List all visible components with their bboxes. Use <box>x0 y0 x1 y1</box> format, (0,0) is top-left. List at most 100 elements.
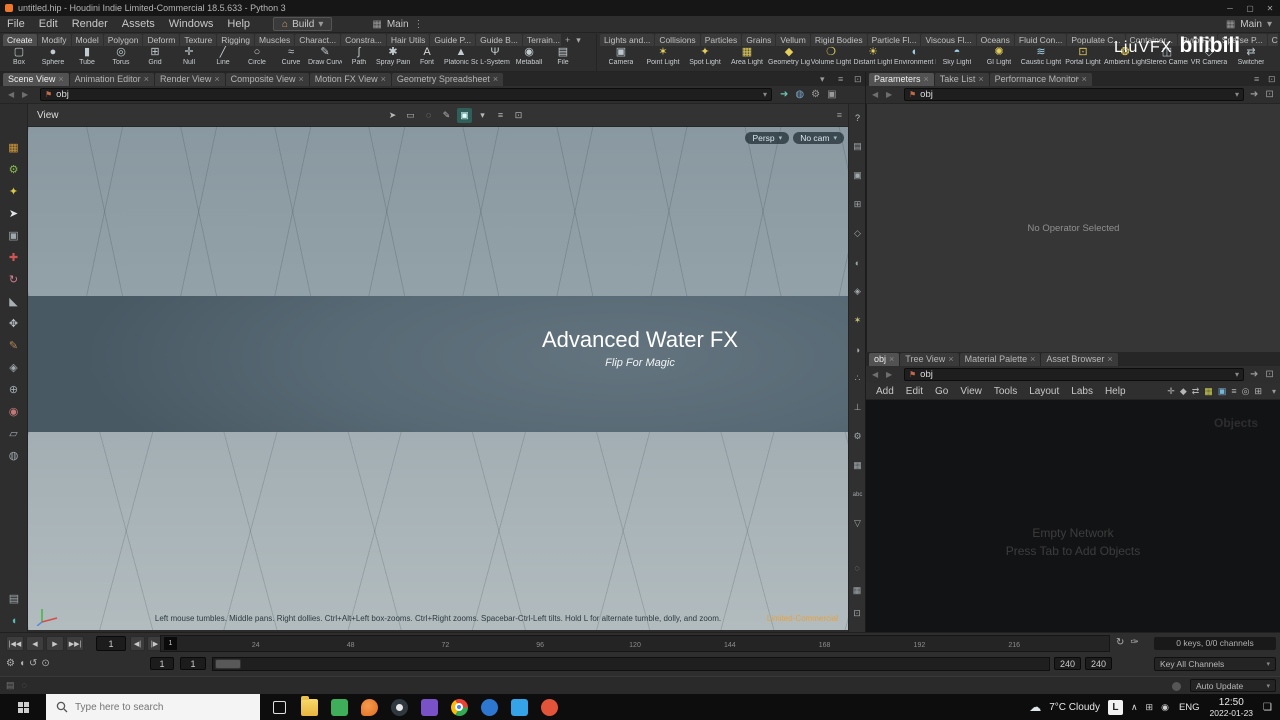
pane-tab[interactable]: Geometry Spreadsheet <box>391 73 504 86</box>
key-all-channels-dropdown[interactable]: Key All Channels ▾ <box>1154 657 1276 671</box>
grid-snap-icon[interactable]: ⊞ <box>1254 386 1262 397</box>
network-overview-icon[interactable]: ▣ <box>1218 386 1227 397</box>
shelf-tab[interactable]: Hair Utils <box>386 34 430 46</box>
shelf-tool[interactable]: ▦ Area Light <box>726 46 768 66</box>
wireframe-icon[interactable]: ◈ <box>850 284 866 299</box>
shelf-tool[interactable]: ▮ Tube <box>70 46 104 66</box>
back-icon[interactable]: ◀ <box>872 90 878 99</box>
pane-tab[interactable]: Composite View <box>225 73 309 86</box>
range-slider-handle[interactable] <box>215 659 241 669</box>
camera-selector[interactable]: No cam ▾ <box>793 132 844 144</box>
text-overlay-icon[interactable]: abc <box>850 487 866 502</box>
shelf-tool[interactable]: ◉ Metaball <box>512 46 546 66</box>
shelf-tab[interactable]: Constra... <box>341 34 386 46</box>
file-explorer-icon[interactable] <box>294 694 324 720</box>
viewport-canvas[interactable]: Persp ▾ No cam ▾ Advanced Water FX Flip … <box>28 127 848 630</box>
projection-selector[interactable]: Persp ▾ <box>745 132 790 144</box>
playback-start-field[interactable] <box>180 657 206 670</box>
pane-tab[interactable]: Animation Editor <box>69 73 154 86</box>
brush-select-icon[interactable]: ✎ <box>439 108 454 123</box>
shelf-tab[interactable]: Rigging <box>217 34 255 46</box>
pane-tab[interactable]: Parameters <box>869 73 934 86</box>
pin-pane-icon[interactable]: ⊡ <box>1265 369 1273 380</box>
menu-item[interactable]: File <box>0 18 32 30</box>
shelf-tool[interactable]: A Font <box>410 46 444 66</box>
network-menu-item[interactable]: Edit <box>900 386 929 397</box>
shelf-tool[interactable]: ✛ Null <box>172 46 206 66</box>
shelf-tab[interactable]: Guide P... <box>430 34 476 46</box>
shelf-tab[interactable]: Particle Fl... <box>867 34 921 46</box>
jump-up-icon[interactable]: ➜ <box>780 89 788 100</box>
volume-tray-icon[interactable]: ◉ <box>1161 702 1169 713</box>
character-pose-icon[interactable]: ⚙ <box>5 160 23 178</box>
shelf-tool[interactable]: ✎ Draw Curve <box>308 46 342 66</box>
lightshot-tray-icon[interactable]: L <box>1107 699 1123 715</box>
pane-tab[interactable]: Scene View <box>3 73 69 86</box>
network-tray-icon[interactable]: ⊞ <box>1146 702 1154 713</box>
action-center-icon[interactable]: ❏ <box>1263 702 1272 713</box>
shelf-tool[interactable]: ∫ Path <box>342 46 376 66</box>
network-snap-icon[interactable]: ✛ <box>1167 386 1175 397</box>
shelf-tab[interactable]: Collisions <box>655 34 700 46</box>
select-groups-icon[interactable]: ▾ <box>475 108 490 123</box>
lock-camera-icon[interactable]: ▣ <box>850 168 866 183</box>
shelf-tool[interactable]: ╱ Line <box>206 46 240 66</box>
shelf-tab[interactable]: Vellum <box>776 34 810 46</box>
construction-plane-icon[interactable]: ▱ <box>5 424 23 442</box>
network-menu-item[interactable]: Go <box>929 386 954 397</box>
loop-mode-icon[interactable]: ↺ <box>29 658 37 669</box>
snap-options-icon[interactable]: ◈ <box>5 358 23 376</box>
chrome-icon[interactable] <box>444 694 474 720</box>
forward-icon[interactable]: ▶ <box>886 370 892 379</box>
help-icon[interactable]: ? <box>850 110 866 125</box>
translate-tool-icon[interactable]: ✚ <box>5 248 23 266</box>
app-blue-icon[interactable] <box>474 694 504 720</box>
menu-item[interactable]: Assets <box>115 18 162 30</box>
houdini-app-icon[interactable] <box>354 694 384 720</box>
shelf-tab[interactable]: Guide B... <box>476 34 522 46</box>
selection-info-icon[interactable]: ◌ <box>22 680 27 691</box>
shelf-tab[interactable]: Lights and... <box>600 34 655 46</box>
minimize-button[interactable]: ─ <box>1220 4 1240 13</box>
shelf-tab[interactable]: Terrain... <box>522 34 561 46</box>
snapshot-icon[interactable]: ▦ <box>850 458 866 473</box>
network-menu-item[interactable]: Add <box>870 386 900 397</box>
menu-item[interactable]: Help <box>220 18 257 30</box>
shelf-tab[interactable]: Polygon <box>103 34 143 46</box>
shelf-tab[interactable]: Deform <box>143 34 180 46</box>
jump-up-icon[interactable]: ➜ <box>1250 369 1258 380</box>
select-tool-icon[interactable]: ➤ <box>5 204 23 222</box>
pane-tab[interactable]: Motion FX View <box>309 73 391 86</box>
world-origin-icon[interactable]: ◍ <box>795 89 804 100</box>
pin-pane-icon[interactable]: ⊡ <box>1265 89 1273 100</box>
network-editor-canvas[interactable]: Objects Empty Network Press Tab to Add O… <box>866 400 1280 632</box>
back-icon[interactable]: ◀ <box>8 90 14 99</box>
timeline[interactable]: 1 24 48 72 96 120 144 168 192 216 <box>160 635 1110 652</box>
lasso-select-icon[interactable]: ◌ <box>421 108 436 123</box>
language-indicator[interactable]: ENG <box>1179 702 1200 713</box>
weather-label[interactable]: 7°C Cloudy <box>1049 702 1100 713</box>
edit-keys-icon[interactable]: ✑ <box>1130 637 1138 648</box>
pane-split-icon[interactable]: ⊡ <box>1268 74 1276 85</box>
menu-item[interactable]: Render <box>65 18 115 30</box>
close-button[interactable]: ✕ <box>1260 4 1280 13</box>
play-button[interactable]: ▶ <box>46 636 64 651</box>
parameters-path-field[interactable]: ⚑ obj ▾ <box>904 88 1244 101</box>
pane-tab[interactable]: Take List <box>934 73 989 86</box>
chevron-down-icon[interactable]: ▾ <box>763 90 767 99</box>
lighting-icon[interactable]: ✶ <box>850 313 866 328</box>
pane-tab[interactable]: Material Palette <box>959 353 1041 366</box>
pane-tab[interactable]: obj <box>869 353 900 366</box>
shelf-tool[interactable]: ▲Platonic Solids <box>444 46 478 66</box>
playback-controls-icon[interactable]: ⚙ <box>6 658 15 669</box>
shelf-tool[interactable]: ✱ Spray Paint <box>376 46 410 66</box>
shelf-tool[interactable]: ≋ Caustic Light <box>1020 46 1062 66</box>
shelf-tab[interactable]: Oceans <box>976 34 1014 46</box>
message-log-icon[interactable]: ▤ <box>6 680 15 691</box>
taskbar-search[interactable] <box>46 694 260 720</box>
shelf-tool[interactable]: ◎ Torus <box>104 46 138 66</box>
shelf-tool[interactable]: ▤ File <box>546 46 580 66</box>
shading-mode-icon[interactable]: ◐ <box>850 255 866 270</box>
shelf-tab[interactable]: Create <box>3 34 37 46</box>
play-reverse-button[interactable]: ◀ <box>26 636 44 651</box>
